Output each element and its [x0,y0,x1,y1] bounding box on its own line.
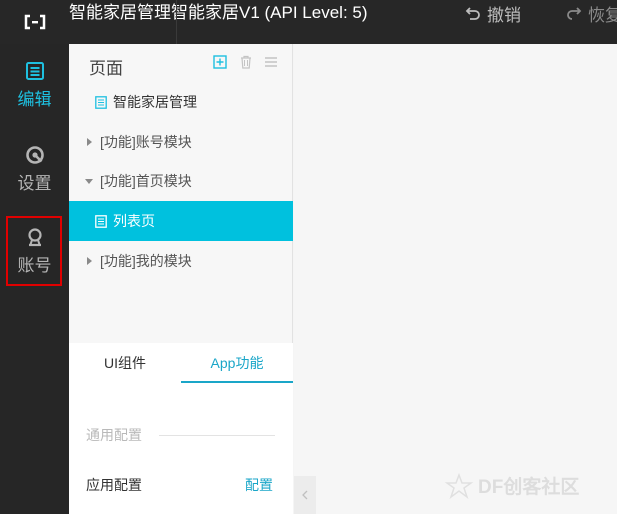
edit-icon [25,61,44,80]
undo-icon [465,7,480,20]
tree-item-my-module[interactable]: [功能]我的模块 [69,241,293,281]
tree-label: 列表页 [113,213,155,229]
caret-down-icon[interactable] [84,178,94,184]
delete-page-button[interactable] [238,54,254,70]
section-label: 通用配置 [86,427,142,443]
settings-icon [25,145,44,164]
app-config-link[interactable]: 配置 [245,475,273,495]
tree-label: [功能]我的模块 [100,253,192,269]
tree-item-root-page[interactable]: 智能家居管理 [69,82,293,122]
app-logo[interactable] [0,0,69,44]
watermark-text: DF创客社区 [478,477,580,498]
caret-right-icon[interactable] [84,257,94,265]
pages-panel: 页面 智能家居管理 [功能]账号模块 [功能]首页模块 列表页 [功能]我的模块… [69,44,293,514]
left-rail: 编辑 设置 账号 [0,44,69,514]
tree-label: [功能]账号模块 [100,134,192,150]
tree-label: [功能]首页模块 [100,173,192,189]
rail-item-edit[interactable]: 编辑 [0,52,69,118]
add-page-button[interactable] [212,54,228,70]
app-config-label: 应用配置 [86,477,142,493]
panel-tabs: UI组件 App功能 [69,343,293,383]
tree-item-account-module[interactable]: [功能]账号模块 [69,122,293,162]
chevron-left-icon [302,490,308,500]
watermark: DF创客社区 [444,472,579,499]
logo-icon [24,14,45,30]
top-bar: 智能家居管理智能家居V1 (API Level: 5) 撤销 恢复 [0,0,617,44]
tree-item-home-module[interactable]: [功能]首页模块 [69,161,293,201]
panel-menu-button[interactable] [263,54,279,70]
rail-item-account[interactable]: 账号 [0,218,69,284]
tab-app-features[interactable]: App功能 [181,343,293,383]
app-title: 智能家居管理智能家居V1 (API Level: 5) [69,3,368,22]
tab-ui-components[interactable]: UI组件 [69,343,181,383]
redo-label: 恢复 [588,5,617,25]
config-area: 通用配置 应用配置 配置 [69,383,293,514]
panel-title: 页面 [89,59,123,78]
tree-item-list-page[interactable]: 列表页 [69,201,293,241]
undo-button[interactable]: 撤销 [465,0,521,26]
design-canvas[interactable]: DF创客社区 [294,44,617,514]
add-icon [213,55,227,69]
caret-right-icon[interactable] [84,138,94,146]
rail-label-edit: 编辑 [17,89,52,109]
panel-header: 页面 [69,44,293,82]
undo-label: 撤销 [487,5,521,25]
redo-button[interactable]: 恢复 [566,0,617,26]
account-icon [27,227,42,246]
trash-icon [241,55,251,69]
rail-item-settings[interactable]: 设置 [0,136,69,202]
topbar-divider [176,0,177,44]
watermark-logo-icon [444,472,474,499]
page-icon [95,95,107,109]
page-icon [95,214,107,228]
section-divider [159,435,275,436]
redo-icon [567,7,582,20]
rail-label-settings: 设置 [17,173,52,193]
menu-icon [265,57,277,67]
rail-label-account: 账号 [17,255,52,275]
collapse-panel-button[interactable] [294,476,316,514]
tree-label: 智能家居管理 [113,94,197,110]
